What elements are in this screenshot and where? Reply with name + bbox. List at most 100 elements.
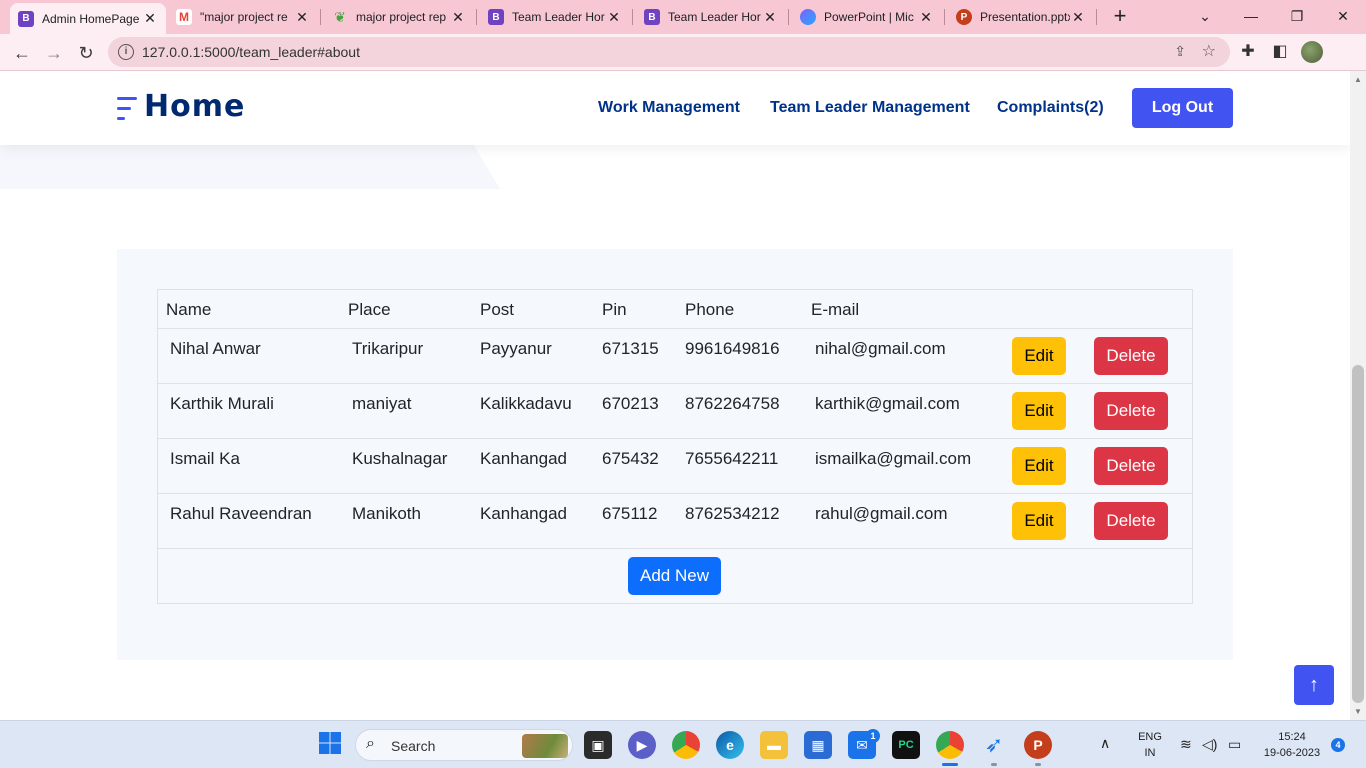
wifi-icon[interactable]: ≋ [1180,736,1192,753]
tab-search-chevron-icon[interactable]: ⌄ [1190,4,1220,28]
dolphin-app-icon[interactable]: ➶ [980,731,1008,759]
browser-toolbar: ← → ↻ i 127.0.0.1:5000/team_leader#about… [0,34,1366,71]
address-bar[interactable]: i 127.0.0.1:5000/team_leader#about ⇪ ☆ [108,37,1230,67]
tab-title: "major project re [200,10,288,24]
tab-title: Presentation.pptx [980,10,1070,24]
tab-admin-homepage[interactable]: B Admin HomePage ✕ [10,3,166,34]
pycharm-icon[interactable]: PC [892,731,920,759]
column-header-name: Name [166,300,212,319]
delete-button[interactable]: Delete [1094,447,1168,485]
tab-presentation[interactable]: P Presentation.pptx ✕ [948,4,1094,30]
forward-arrow-icon[interactable]: → [41,40,67,66]
close-icon[interactable]: ✕ [1070,9,1086,26]
cell-pin: 670213 [602,394,659,413]
logo-text[interactable]: Home [144,89,245,124]
cell-name: Ismail Ka [170,449,240,468]
edge-icon[interactable]: e [716,731,744,759]
url-text[interactable]: 127.0.0.1:5000/team_leader#about [142,44,360,60]
column-header-phone: Phone [685,300,735,319]
edit-button[interactable]: Edit [1012,392,1066,430]
tab-team-leader-1[interactable]: B Team Leader Hor ✕ [480,4,630,30]
profile-avatar[interactable] [1301,41,1323,63]
tab-gmail[interactable]: M "major project re ✕ [168,4,318,30]
cell-post: Kalikkadavu [480,394,572,413]
delete-button[interactable]: Delete [1094,502,1168,540]
page-scrollbar[interactable]: ▲ ▼ [1350,71,1366,720]
edit-button[interactable]: Edit [1012,337,1066,375]
powerpoint-taskbar-icon[interactable]: P [1024,731,1052,759]
close-icon[interactable]: ✕ [762,9,778,26]
overleaf-icon: ❦ [334,8,346,25]
taskbar-search-box[interactable]: ⌕ Search [355,729,573,761]
add-new-button[interactable]: Add New [628,557,721,595]
close-icon[interactable]: ✕ [142,10,158,27]
tab-powerpoint[interactable]: PowerPoint | Mic ✕ [792,4,942,30]
delete-button[interactable]: Delete [1094,392,1168,430]
open-app-indicator [991,763,997,766]
back-arrow-icon[interactable]: ← [9,40,35,66]
logo-icon[interactable] [117,95,137,121]
close-icon[interactable]: ✕ [294,9,310,26]
bootstrap-icon: B [18,10,34,27]
minimize-button[interactable]: — [1236,4,1266,28]
extensions-puzzle-icon[interactable]: ✚ [1236,40,1260,64]
notification-badge[interactable]: 4 [1331,738,1345,752]
cell-name: Rahul Raveendran [170,504,312,523]
show-hidden-icons-chevron-icon[interactable]: ∧ [1100,735,1110,752]
edit-button[interactable]: Edit [1012,502,1066,540]
language-indicator[interactable]: ENG [1134,731,1166,743]
window-close-button[interactable]: ✕ [1328,4,1358,28]
region-indicator[interactable]: IN [1134,747,1166,759]
close-icon[interactable]: ✕ [606,9,622,26]
file-explorer-icon[interactable]: ▬ [760,731,788,759]
close-icon[interactable]: ✕ [918,9,934,26]
teams-chat-icon[interactable]: ▶ [628,731,656,759]
cell-pin: 675112 [602,504,658,523]
side-panel-icon[interactable]: ◧ [1268,40,1292,64]
cell-email: rahul@gmail.com [815,504,948,523]
clock-time[interactable]: 15:24 [1256,731,1328,743]
battery-icon[interactable]: ▭ [1228,736,1241,753]
cell-email: ismailka@gmail.com [815,449,972,468]
delete-button[interactable]: Delete [1094,337,1168,375]
close-icon[interactable]: ✕ [450,9,466,26]
browser-tabstrip: B Admin HomePage ✕ M "major project re ✕… [0,0,1366,34]
table-row: Ismail Ka Kushalnagar Kanhangad 675432 7… [158,438,1192,493]
tab-separator [944,9,945,25]
reload-icon[interactable]: ↻ [73,40,99,66]
nav-complaints[interactable]: Complaints(2) [997,99,1104,117]
chrome-icon[interactable] [672,731,700,759]
tab-title: Team Leader Hor [668,10,761,24]
new-tab-button[interactable]: + [1108,5,1132,29]
logout-button[interactable]: Log Out [1132,88,1233,128]
tab-team-leader-2[interactable]: B Team Leader Hor ✕ [636,4,786,30]
task-view-icon[interactable]: ▣ [584,731,612,759]
chrome-profile-icon[interactable] [936,731,964,759]
nav-work-management[interactable]: Work Management [598,99,740,117]
edit-button[interactable]: Edit [1012,447,1066,485]
site-info-icon[interactable]: i [118,44,134,60]
microsoft365-icon [800,9,816,25]
bookmark-star-icon[interactable]: ☆ [1202,41,1216,61]
share-icon[interactable]: ⇪ [1174,43,1186,60]
scroll-up-arrow-icon[interactable]: ▲ [1354,75,1362,84]
scroll-down-arrow-icon[interactable]: ▼ [1354,707,1362,716]
cell-pin: 671315 [602,339,659,358]
clock-date[interactable]: 19-06-2023 [1256,747,1328,759]
tab-overleaf[interactable]: ❦ major project rep ✕ [324,4,474,30]
microsoft-store-icon[interactable]: ▦ [804,731,832,759]
table-row: Nihal Anwar Trikaripur Payyanur 671315 9… [158,328,1192,383]
column-header-email: E-mail [811,300,860,319]
scrollbar-thumb[interactable] [1352,365,1364,703]
volume-icon[interactable]: ◁) [1202,736,1217,753]
windows-taskbar: ⌕ Search ▣ ▶ e ▬ ▦ ✉ 1 PC ➶ P ∧ ENG IN ≋… [0,720,1366,768]
gmail-icon: M [176,9,192,25]
tab-title: major project rep [356,10,447,24]
nav-team-leader-management[interactable]: Team Leader Management [770,99,970,117]
maximize-button[interactable]: ❐ [1282,4,1312,28]
team-leader-panel: Name Place Post Pin Phone E-mail Nihal A… [117,249,1233,660]
back-to-top-arrow-icon[interactable]: ↑ [1294,665,1334,705]
windows-start-icon[interactable] [316,731,344,759]
cell-email: karthik@gmail.com [815,394,960,413]
cell-pin: 675432 [602,449,659,468]
